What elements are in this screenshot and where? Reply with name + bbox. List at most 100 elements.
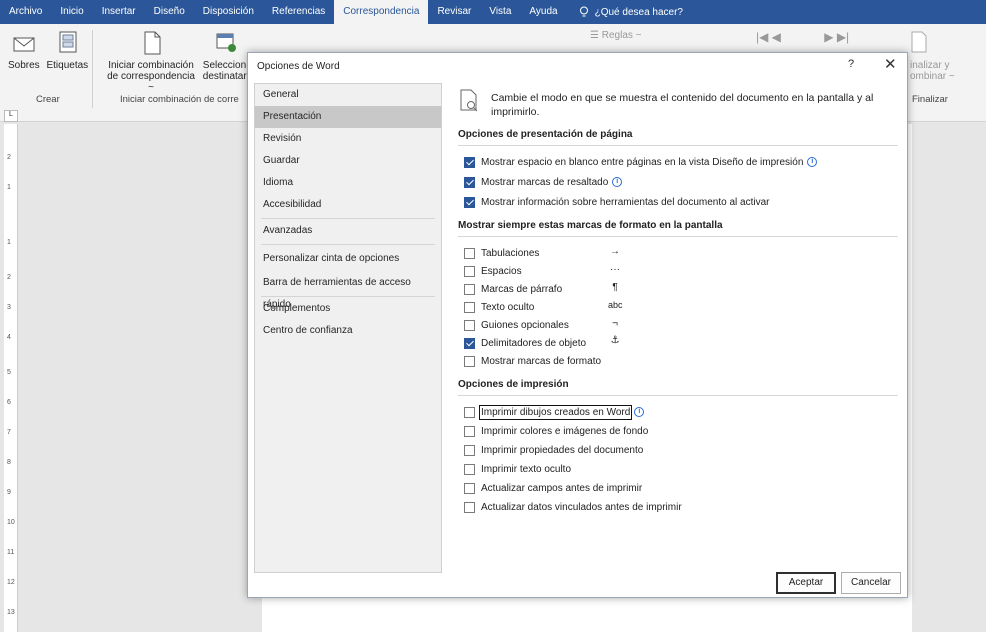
- options-content: Cambie el modo en que se muestra el cont…: [453, 83, 903, 573]
- option-imprimir-dibujos[interactable]: Imprimir dibujos creados en Word i: [464, 404, 645, 420]
- option-actualizar-campos[interactable]: Actualizar campos antes de imprimir: [464, 481, 642, 495]
- group-iniciar-label: Iniciar combinación de corre: [120, 94, 239, 105]
- tab-referencias[interactable]: Referencias: [263, 0, 334, 24]
- reglas-label: Reglas ~: [601, 30, 642, 41]
- tab-ayuda[interactable]: Ayuda: [520, 0, 566, 24]
- nav-item-idioma[interactable]: Idioma: [255, 172, 441, 194]
- option-tabulaciones[interactable]: Tabulaciones: [464, 246, 539, 260]
- ruler-mark: 4: [7, 334, 11, 341]
- checkbox[interactable]: [464, 355, 475, 367]
- nav-item-guardar[interactable]: Guardar: [255, 150, 441, 172]
- tab-diseno[interactable]: Diseño: [145, 0, 194, 24]
- section-divider: [458, 145, 898, 146]
- nav-item-centro-confianza[interactable]: Centro de confianza: [255, 320, 441, 342]
- tab-correspondencia[interactable]: Correspondencia: [334, 0, 429, 24]
- option-marcas-parrafo[interactable]: Marcas de párrafo: [464, 282, 562, 296]
- option-espacio-blanco[interactable]: Mostrar espacio en blanco entre páginas …: [464, 155, 818, 169]
- labels-icon: [53, 30, 81, 56]
- ruler-mark: 6: [7, 399, 11, 406]
- nav-item-personalizar-cinta[interactable]: Personalizar cinta de opciones: [255, 248, 441, 270]
- option-label: Imprimir colores e imágenes de fondo: [481, 425, 649, 437]
- nav-item-presentacion[interactable]: Presentación: [255, 106, 441, 128]
- seleccionar-destinatarios-button[interactable]: Seleccion destinatari: [202, 30, 249, 82]
- finish-merge-icon: [910, 30, 930, 56]
- checkbox[interactable]: [464, 319, 475, 331]
- checkbox[interactable]: [464, 444, 475, 456]
- checkbox[interactable]: [464, 425, 475, 437]
- option-marcas-resaltado[interactable]: Mostrar marcas de resaltado i: [464, 175, 623, 189]
- option-imprimir-texto-oculto[interactable]: Imprimir texto oculto: [464, 462, 571, 476]
- seleccionar-label-1: Seleccion: [202, 60, 247, 71]
- option-actualizar-datos-vinculados[interactable]: Actualizar datos vinculados antes de imp…: [464, 500, 682, 514]
- section-page-display: Opciones de presentación de página: [458, 129, 633, 140]
- finalizar-label-1: inalizar y: [910, 60, 950, 71]
- tell-me-label: ¿Qué desea hacer?: [594, 6, 683, 18]
- tab-vista[interactable]: Vista: [480, 0, 520, 24]
- tab-inicio[interactable]: Inicio: [51, 0, 92, 24]
- option-label: Texto oculto: [481, 301, 535, 313]
- tab-selector-button[interactable]: L: [4, 110, 18, 122]
- aceptar-button[interactable]: Aceptar: [776, 572, 836, 594]
- record-navigation[interactable]: |◀ ◀ ▶ ▶|: [756, 30, 849, 44]
- checkbox[interactable]: [464, 176, 475, 188]
- options-nav: General Presentación Revisión Guardar Id…: [254, 83, 442, 573]
- option-delimitadores-objeto[interactable]: Delimitadores de objeto: [464, 336, 586, 350]
- tab-insertar[interactable]: Insertar: [93, 0, 145, 24]
- finalizar-label-2: ombinar ~: [910, 71, 955, 82]
- group-iniciar: Iniciar combinación de correspondencia ~…: [104, 30, 249, 93]
- group-crear-label: Crear: [36, 94, 60, 105]
- checkbox[interactable]: [464, 247, 475, 259]
- checkbox[interactable]: [464, 482, 475, 494]
- option-imprimir-colores[interactable]: Imprimir colores e imágenes de fondo: [464, 424, 648, 438]
- nav-item-avanzadas[interactable]: Avanzadas: [255, 220, 441, 242]
- nav-item-barra-acceso-rapido[interactable]: Barra de herramientas de acceso rápido: [255, 272, 441, 310]
- iniciar-combinacion-button[interactable]: Iniciar combinación de correspondencia ~: [106, 30, 196, 93]
- section-print: Opciones de impresión: [458, 379, 569, 390]
- option-label: Actualizar campos antes de imprimir: [481, 482, 643, 494]
- checkbox[interactable]: [464, 501, 475, 513]
- cancelar-button[interactable]: Cancelar: [841, 572, 901, 594]
- ruler-mark: 5: [7, 369, 11, 376]
- nav-separator: [261, 244, 435, 245]
- nav-item-complementos[interactable]: Complementos: [255, 298, 441, 320]
- lightbulb-icon: [579, 6, 588, 17]
- option-info-herramientas[interactable]: Mostrar información sobre herramientas d…: [464, 195, 769, 209]
- ruler-mark: 7: [7, 429, 11, 436]
- finalizar-combinar-button[interactable]: inalizar y ombinar ~: [910, 30, 955, 82]
- nav-separator: [261, 218, 435, 219]
- option-guiones-opcionales[interactable]: Guiones opcionales: [464, 318, 569, 332]
- checkbox[interactable]: [464, 463, 475, 475]
- tab-archivo[interactable]: Archivo: [0, 0, 51, 24]
- checkbox[interactable]: [464, 156, 475, 168]
- ruler-mark: 11: [7, 549, 15, 556]
- checkbox[interactable]: [464, 301, 475, 313]
- option-mostrar-marcas-formato[interactable]: Mostrar marcas de formato: [464, 354, 601, 368]
- envelope-icon: [10, 30, 38, 56]
- close-button[interactable]: ✕: [884, 55, 897, 73]
- option-espacios[interactable]: Espacios: [464, 264, 522, 278]
- option-texto-oculto[interactable]: Texto oculto: [464, 300, 534, 314]
- sobres-button[interactable]: Sobres: [8, 30, 40, 71]
- iniciar-combinacion-label-2: de correspondencia ~: [107, 71, 195, 93]
- checkbox[interactable]: [464, 406, 475, 418]
- nav-item-accesibilidad[interactable]: Accesibilidad: [255, 194, 441, 216]
- etiquetas-button[interactable]: Etiquetas: [46, 30, 88, 71]
- nav-item-revision[interactable]: Revisión: [255, 128, 441, 150]
- ruler-mark: 2: [7, 274, 11, 281]
- reglas-button[interactable]: ☰ Reglas ~: [590, 30, 642, 41]
- checkbox[interactable]: [464, 337, 475, 349]
- tab-revisar[interactable]: Revisar: [428, 0, 480, 24]
- recipients-icon: [211, 30, 239, 56]
- tell-me-search[interactable]: ¿Qué desea hacer?: [567, 6, 683, 18]
- section-format-marks: Mostrar siempre estas marcas de formato …: [458, 220, 723, 231]
- seleccionar-label-2: destinatari: [202, 71, 249, 82]
- tab-disposicion[interactable]: Disposición: [194, 0, 263, 24]
- info-icon: i: [612, 177, 623, 187]
- help-button[interactable]: ?: [848, 58, 854, 70]
- nav-item-general[interactable]: General: [255, 84, 441, 106]
- checkbox[interactable]: [464, 283, 475, 295]
- option-imprimir-propiedades[interactable]: Imprimir propiedades del documento: [464, 443, 643, 457]
- checkbox[interactable]: [464, 265, 475, 277]
- option-label: Imprimir propiedades del documento: [481, 444, 644, 456]
- checkbox[interactable]: [464, 196, 475, 208]
